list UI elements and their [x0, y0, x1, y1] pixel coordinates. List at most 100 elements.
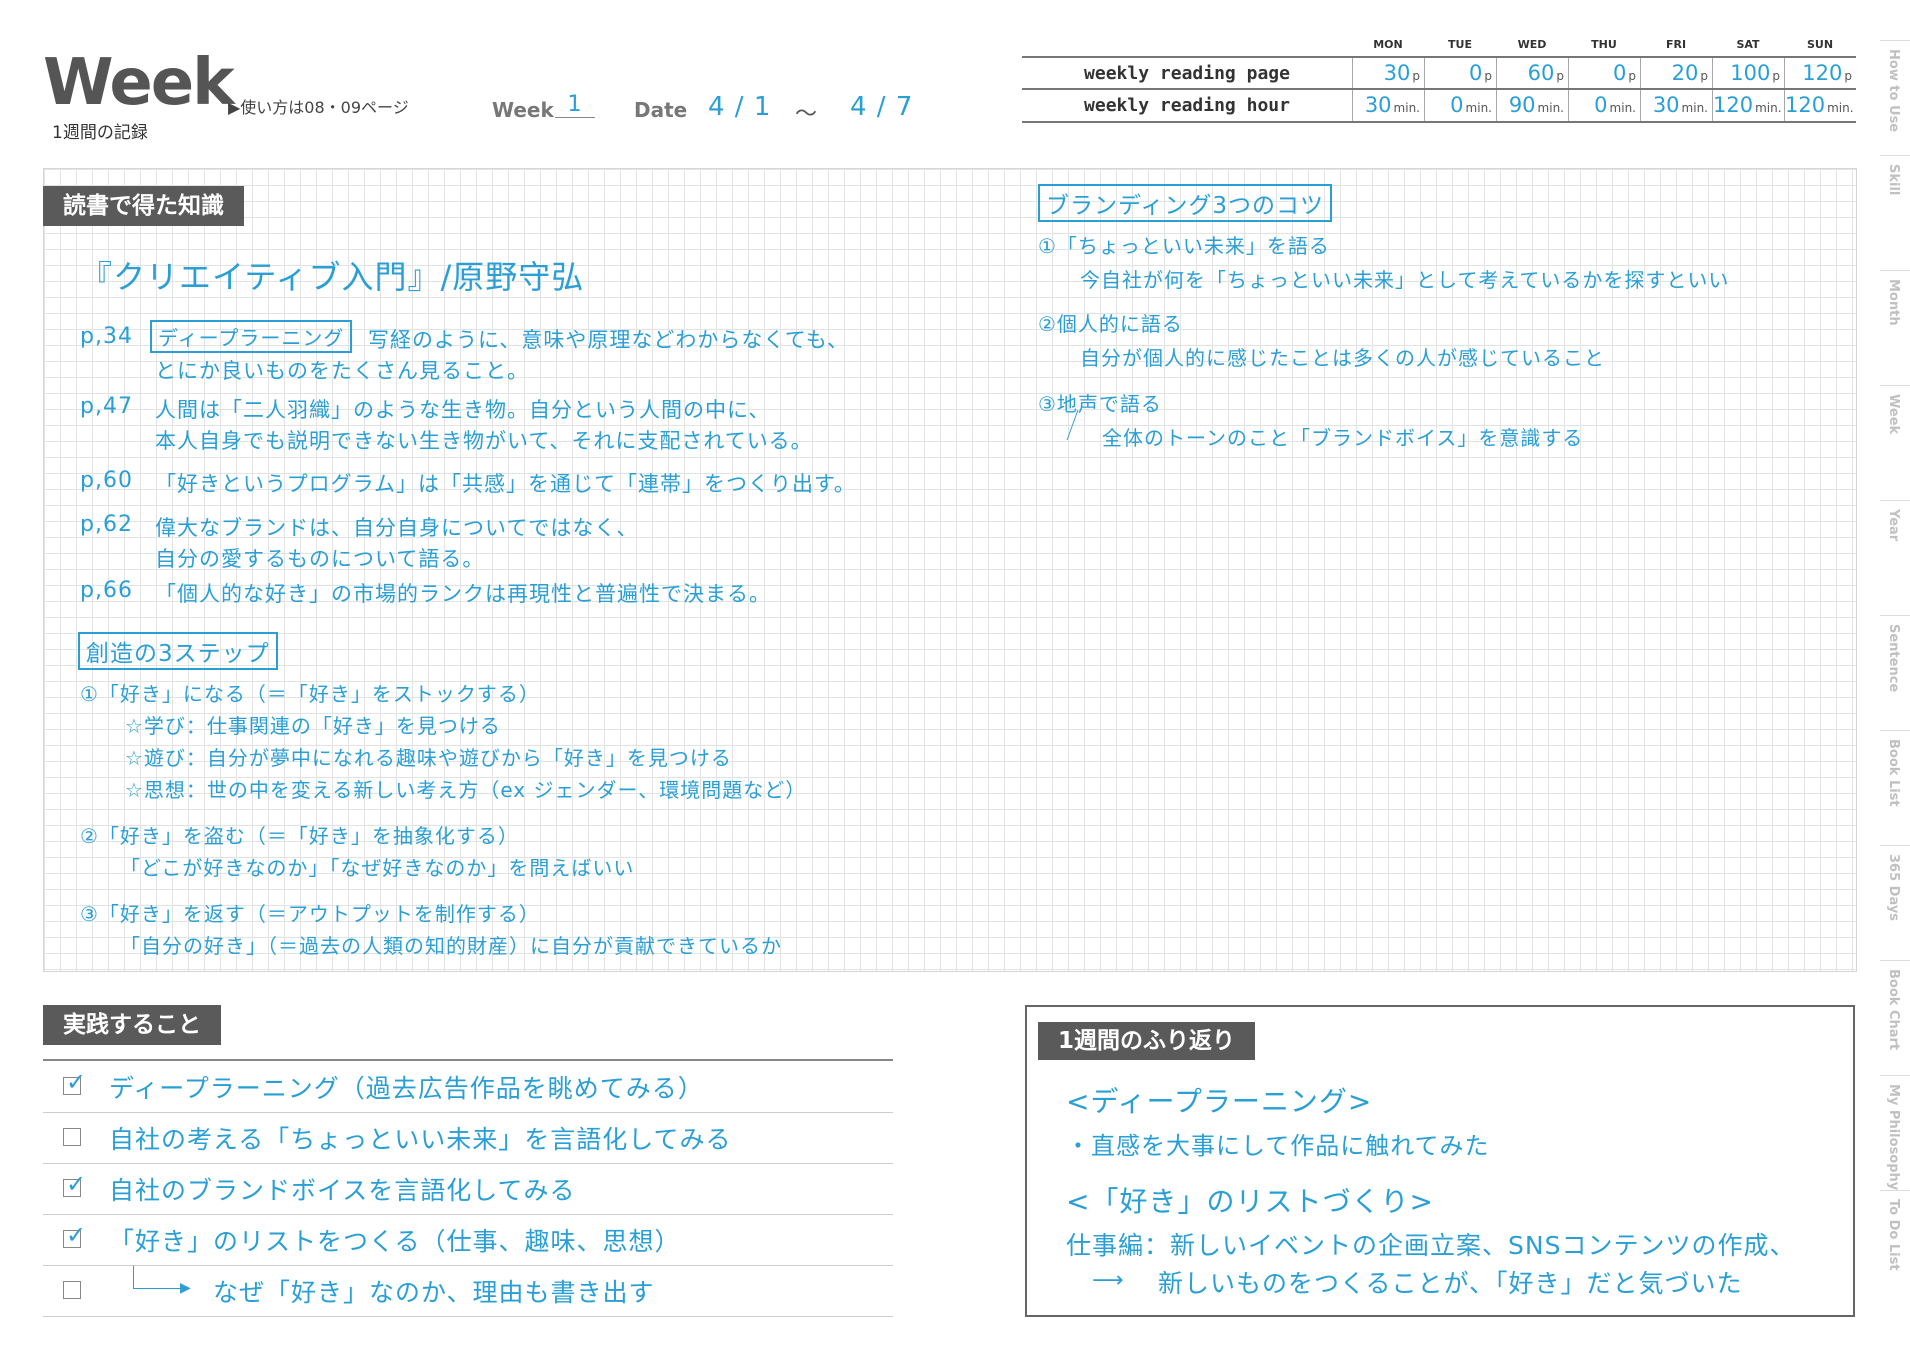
side-tab-label: Book List	[1886, 739, 1901, 807]
practice-text: なぜ「好き」なのか、理由も書き出す	[213, 1278, 655, 1307]
side-tab-label: My Philosophy	[1886, 1084, 1901, 1191]
cell-value: 30	[1652, 93, 1680, 117]
entry-line: とにか良いものをたくさん見ること。	[155, 359, 529, 383]
entry-line: 「好きというプログラム」は「共感」を通じて「連帯」をつくり出す。	[155, 472, 856, 496]
cell-value: 60	[1527, 61, 1555, 85]
reading-cell[interactable]: 0 min.	[1424, 90, 1496, 121]
cell-value: 120	[1802, 61, 1843, 85]
entry-page: p,62	[80, 512, 133, 537]
side-tab[interactable]: To Do List	[1880, 1190, 1910, 1305]
reflection-line-3: 新しいものをつくることが、「好き」だと気づいた	[1158, 1269, 1743, 1298]
row-label: weekly reading hour	[1084, 95, 1290, 116]
reading-cell[interactable]: 60 p	[1496, 58, 1568, 89]
reflection-line-1: ・直感を大事にして作品に触れてみた	[1066, 1132, 1490, 1160]
cell-value: 0	[1450, 93, 1464, 117]
arrow-head: ▶	[180, 1280, 191, 1296]
checkbox[interactable]: ✓	[63, 1172, 86, 1197]
practice-text: 自社のブランドボイスを言語化してみる	[109, 1176, 576, 1205]
checkbox[interactable]	[63, 1128, 81, 1146]
reading-cell[interactable]: 30 p	[1352, 58, 1424, 89]
date-to: 4 / 7	[850, 92, 914, 122]
practice-item: ✓ 自社のブランドボイスを言語化してみる	[43, 1163, 893, 1215]
step-line: 「どこが好きなのか」「なぜ好きなのか」を問えばいい	[120, 856, 635, 880]
entry-page: p,66	[80, 578, 133, 603]
cell-value: 120	[1713, 93, 1754, 117]
side-tab-label: How to Use	[1886, 49, 1901, 133]
step-line: 「自分の好き」（＝過去の人類の知的財産）に自分が貢献できているか	[120, 934, 782, 958]
side-tab-label: Year	[1886, 509, 1901, 542]
cell-value: 0	[1469, 61, 1483, 85]
side-tab[interactable]: Week	[1880, 385, 1910, 500]
practice-item: ✓ 「好き」のリストをつくる（仕事、趣味、思想）	[43, 1214, 893, 1266]
entry-page: p,60	[80, 468, 133, 493]
step-line: ☆思想：世の中を変える新しい考え方（ex ジェンダー、環境問題など）	[125, 778, 807, 802]
reading-cell[interactable]: 0p	[1568, 58, 1640, 89]
cell-unit: p	[1628, 69, 1636, 83]
side-tab-label: Book Chart	[1886, 969, 1901, 1051]
reading-cell[interactable]: 20 p	[1640, 58, 1712, 89]
cell-value: 30	[1364, 93, 1392, 117]
checkbox[interactable]	[63, 1281, 81, 1299]
reading-page-row: weekly reading page 30 p 0 p 60 p 0 p 20 p 100 p 120…	[1022, 56, 1856, 89]
reading-cell[interactable]: 0p	[1424, 58, 1496, 89]
day-header: TUE	[1448, 38, 1472, 51]
reading-cell[interactable]: 100 p	[1712, 58, 1784, 89]
day-header: SUN	[1806, 38, 1834, 51]
entry-line: 写経のように、意味や原理などわからなくても、	[368, 328, 850, 352]
side-tab[interactable]: Book List	[1880, 730, 1910, 845]
reflection-heading-2: <「好き」のリストづくり>	[1066, 1185, 1434, 1218]
reading-cell[interactable]: 90 min.	[1496, 90, 1568, 121]
entry-page: p,34	[80, 324, 133, 349]
reflection-label: 1週間のふり返り	[1038, 1022, 1256, 1060]
cell-value: 30	[1383, 61, 1411, 85]
practice-label: 実践すること	[43, 1005, 221, 1045]
branding-line: ②個人的に語る	[1038, 312, 1183, 336]
side-tab-label: Week	[1886, 394, 1901, 435]
cell-unit: min.	[1609, 101, 1636, 115]
reading-cell[interactable]: 0 min.	[1568, 90, 1640, 121]
check-mark: ✓	[66, 1068, 87, 1096]
entry-keyword: ディープラーニング	[150, 320, 353, 353]
reflection-heading-1: <ディープラーニング>	[1066, 1085, 1373, 1118]
checkbox[interactable]: ✓	[63, 1223, 86, 1248]
cell-unit: p	[1556, 69, 1564, 83]
day-header: WED	[1517, 38, 1547, 51]
knowledge-label: 読書で得た知識	[43, 186, 244, 226]
side-tab[interactable]: Skill	[1880, 155, 1910, 270]
reading-hour-row: weekly reading hour 30 min. 0 min. 90 min. 0 mi…	[1022, 88, 1856, 123]
howto-note: ▶使い方は08・09ページ	[228, 98, 409, 117]
side-tab-label: Sentence	[1886, 624, 1901, 693]
practice-item: ✓ ディープラーニング（過去広告作品を眺めてみる）	[43, 1061, 893, 1113]
side-tab[interactable]: Year	[1880, 500, 1910, 615]
side-tab[interactable]: How to Use	[1880, 40, 1910, 155]
cell-unit: p	[1484, 69, 1492, 83]
practice-text: 「好き」のリストをつくる（仕事、趣味、思想）	[109, 1227, 681, 1256]
step-line: ☆学び：仕事関連の「好き」を見つける	[125, 714, 501, 738]
cell-unit: min.	[1681, 101, 1708, 115]
day-header: FRI	[1665, 38, 1687, 51]
date-label: Date	[634, 98, 688, 122]
cell-value: 90	[1508, 93, 1536, 117]
branding-line: 自分が個人的に感じたことは多くの人が感じていること	[1080, 346, 1605, 370]
reading-cell[interactable]: 30 min.	[1352, 90, 1424, 121]
reading-cell[interactable]: 120 p	[1784, 58, 1856, 89]
side-tab[interactable]: Sentence	[1880, 615, 1910, 730]
week-number-field[interactable]: 1	[555, 92, 595, 118]
side-tab-label: Month	[1886, 279, 1901, 326]
cell-unit: p	[1772, 69, 1780, 83]
reading-cell[interactable]: 120 min.	[1784, 90, 1856, 121]
side-tab-label: Skill	[1886, 164, 1901, 196]
side-tab[interactable]: Book Chart	[1880, 960, 1910, 1075]
reading-cell[interactable]: 30 min.	[1640, 90, 1712, 121]
step-line: ☆遊び：自分が夢中になれる趣味や遊びから「好き」を見つける	[125, 746, 732, 770]
side-tab[interactable]: 365 Days	[1880, 845, 1910, 960]
side-tab-label: 365 Days	[1886, 854, 1901, 922]
date-from: 4 / 1	[708, 92, 772, 122]
side-tab[interactable]: My Philosophy	[1880, 1075, 1910, 1190]
check-mark: ✓	[66, 1170, 87, 1198]
reading-cell[interactable]: 120 min.	[1712, 90, 1784, 121]
cell-value: 120	[1785, 93, 1826, 117]
checkbox[interactable]: ✓	[63, 1070, 86, 1095]
cell-unit: p	[1844, 69, 1852, 83]
side-tab[interactable]: Month	[1880, 270, 1910, 385]
